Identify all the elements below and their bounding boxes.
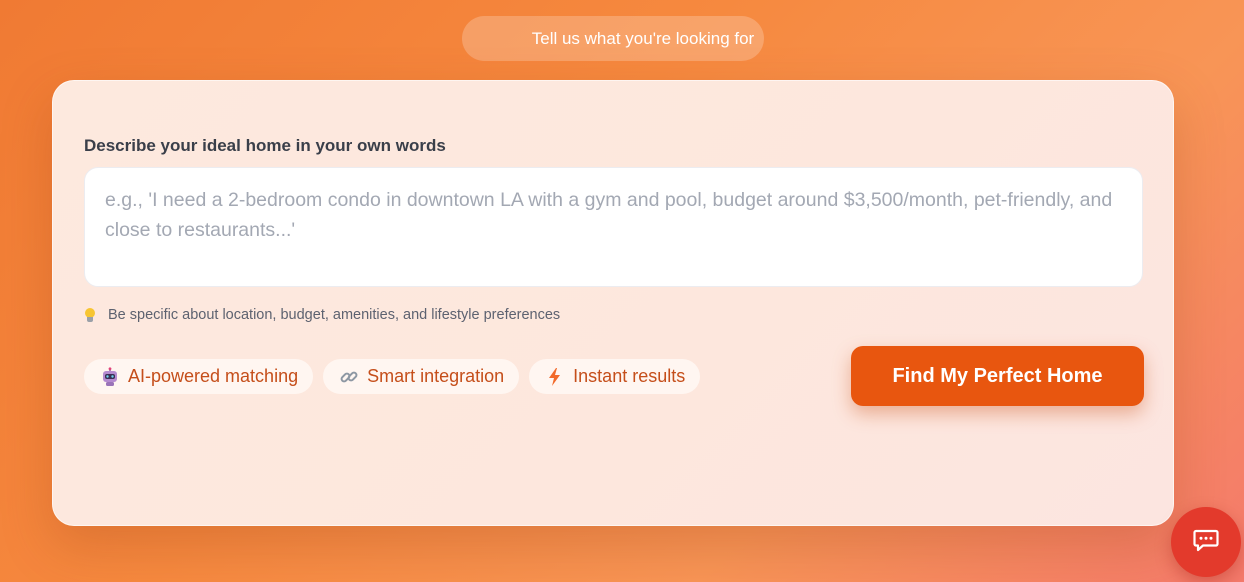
input-hint: Be specific about location, budget, amen… (84, 307, 560, 323)
feature-chip-ai-matching: AI-powered matching (84, 359, 314, 394)
feature-chip-label: Instant results (573, 366, 686, 386)
description-label: Describe your ideal home in your own wor… (84, 136, 446, 155)
chat-bubble-icon (1192, 526, 1220, 559)
chat-button[interactable] (1171, 507, 1241, 577)
feature-chip-label: AI-powered matching (128, 366, 299, 386)
search-card: Describe your ideal home in your own wor… (52, 80, 1174, 526)
section-pill-text: Tell us what you're looking for (531, 28, 755, 48)
input-hint-text: Be specific about location, budget, amen… (108, 307, 561, 323)
lightning-icon (545, 367, 565, 387)
find-home-button[interactable]: Find My Perfect Home (851, 346, 1144, 406)
link-icon (339, 367, 359, 387)
home-description-placeholder: e.g., 'I need a 2-bedroom condo in downt… (105, 189, 1113, 241)
feature-chip-smart-integration: Smart integration (323, 359, 520, 394)
home-description-input[interactable]: e.g., 'I need a 2-bedroom condo in downt… (84, 167, 1143, 287)
lightbulb-icon (84, 307, 96, 323)
robot-icon (100, 366, 120, 387)
feature-chip-label: Smart integration (367, 366, 505, 386)
section-pill: Tell us what you're looking for (462, 16, 764, 61)
feature-chip-instant-results: Instant results (529, 359, 701, 394)
feature-chips: AI-powered matching Smart integration In… (84, 359, 710, 394)
